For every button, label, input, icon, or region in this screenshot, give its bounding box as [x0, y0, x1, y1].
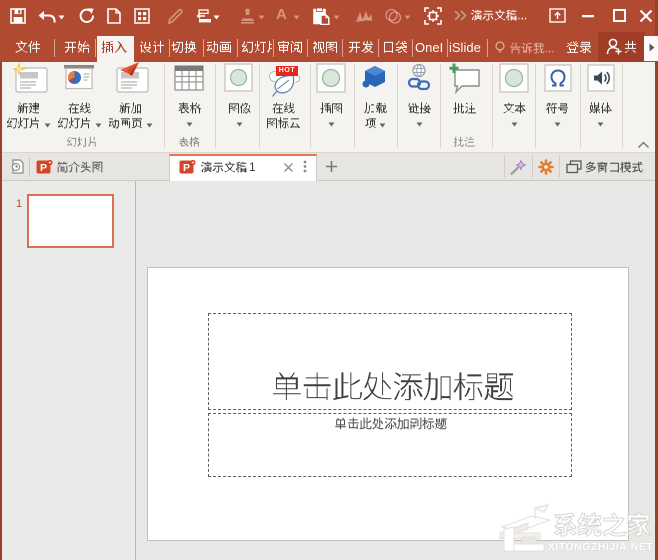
svg-text:P: P	[40, 162, 47, 174]
svg-text:P: P	[183, 162, 190, 174]
